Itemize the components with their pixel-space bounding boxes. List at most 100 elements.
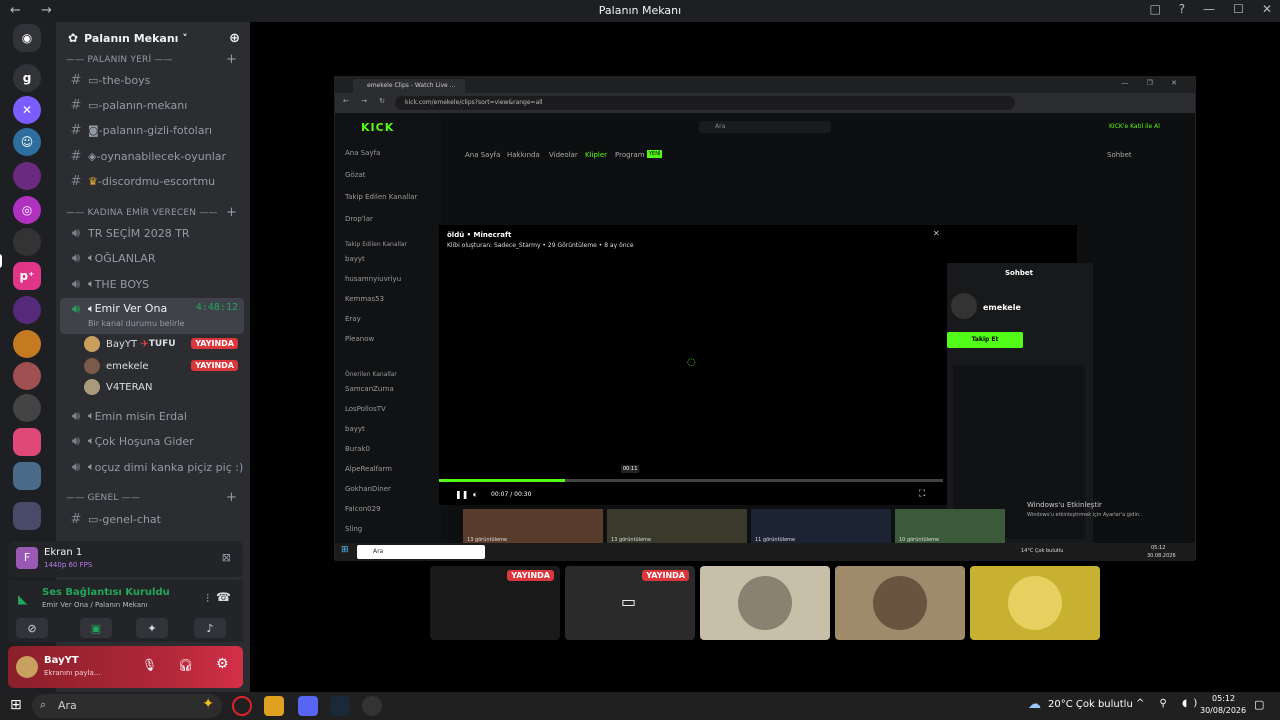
kick-channel[interactable]: husamnyiuvriyu bbox=[345, 275, 401, 283]
voice-oglanlar[interactable]: 🔊︎ 🔈︎ OĞLANLAR bbox=[60, 247, 244, 269]
member-emekele[interactable]: emekele YAYINDA bbox=[84, 356, 244, 376]
url-field[interactable]: kick.com/emekele/clips?sort=view&range=a… bbox=[395, 96, 1015, 110]
kick-channel[interactable]: SamcanZurna bbox=[345, 385, 394, 393]
clip-progress[interactable] bbox=[439, 479, 943, 482]
camera-off-button[interactable]: ⊘ bbox=[16, 618, 48, 638]
steam-icon[interactable] bbox=[330, 696, 350, 716]
server-icon-1[interactable]: ✕ bbox=[13, 96, 41, 124]
participant-tile-3[interactable] bbox=[700, 566, 830, 640]
member-v4teran[interactable]: V4TERAN bbox=[84, 377, 244, 397]
voice-location[interactable]: Emir Ver Ona / Palanın Mekanı bbox=[42, 601, 147, 609]
help-icon[interactable]: ? bbox=[1179, 2, 1185, 16]
disconnect-icon[interactable]: ☎ bbox=[216, 590, 231, 604]
kick-channel[interactable]: Kemmas53 bbox=[345, 295, 384, 303]
channel-status[interactable]: Bir kanal durumu belirle bbox=[88, 319, 184, 328]
kick-channel[interactable]: Eray bbox=[345, 315, 361, 323]
kick-channel[interactable]: AlpeRealfarm bbox=[345, 465, 392, 473]
streamer-avatar[interactable] bbox=[951, 293, 977, 319]
server-icon-10[interactable] bbox=[13, 428, 41, 456]
voice-ocuz[interactable]: 🔊︎ 🔈︎ oçuz dimi kanka piçiz piç :) bbox=[60, 456, 244, 478]
clock-date[interactable]: 30/08/2026 bbox=[1200, 706, 1246, 715]
browser-window-controls[interactable]: — ❐ ✕ bbox=[1121, 79, 1185, 87]
volume-icon[interactable]: 🔈︎ bbox=[473, 490, 478, 500]
member-bayyt[interactable]: BayYT ✈ TUFU YAYINDA bbox=[84, 334, 244, 354]
tab-clips[interactable]: Klipler bbox=[585, 151, 607, 159]
kick-search[interactable]: Ara bbox=[699, 121, 831, 133]
kick-signin[interactable]: KICK'e Katıl ile Al bbox=[1109, 123, 1160, 130]
streamer-name[interactable]: emekele bbox=[983, 303, 1021, 312]
tab-videos[interactable]: Videolar bbox=[549, 151, 578, 159]
obs-icon[interactable] bbox=[362, 696, 382, 716]
participant-tile-stream-2[interactable]: YAYINDA ▭ bbox=[565, 566, 695, 640]
mic-icon[interactable]: 🎙︎ bbox=[142, 658, 157, 672]
server-folder[interactable] bbox=[13, 462, 41, 490]
voice-the-boys[interactable]: 🔊︎ 🔈︎ THE BOYS bbox=[60, 273, 244, 295]
tray-icons[interactable]: ^ ⚲ ◖) bbox=[1136, 698, 1203, 709]
server-icon-active[interactable] bbox=[13, 228, 41, 256]
screen-share-button[interactable]: ▣ bbox=[80, 618, 112, 638]
activities-button[interactable]: ✦ bbox=[136, 618, 168, 638]
server-icon-9[interactable] bbox=[13, 394, 41, 422]
clock-time[interactable]: 05:12 bbox=[1212, 694, 1235, 703]
channel-the-boys[interactable]: # ▭ -the-boys bbox=[60, 69, 244, 91]
channel-gizli-fotolari[interactable]: # ◙ -palanın-gizli-fotoları bbox=[60, 119, 244, 141]
browser-nav-icons[interactable]: ← → ↻ bbox=[343, 97, 390, 105]
channel-palanin-mekani[interactable]: # ▭ -palanın-mekanı bbox=[60, 94, 244, 116]
voice-secim[interactable]: 🔊︎ TR SEÇİM 2028 TR bbox=[60, 222, 244, 244]
tab-program[interactable]: Program bbox=[615, 151, 645, 159]
maximize-button[interactable]: ☐ bbox=[1233, 2, 1244, 16]
voice-emir-ver-ona[interactable]: 🔊︎ 🔈︎ Emir Ver Ona 4:48:12 Bir kanal duru… bbox=[60, 298, 244, 334]
category-genel[interactable]: —— GENEL —— + bbox=[66, 490, 237, 505]
discord-home-icon[interactable]: ◉ bbox=[13, 24, 41, 52]
opera-icon[interactable] bbox=[232, 696, 252, 716]
server-icon-g[interactable]: g bbox=[13, 64, 41, 92]
channel-escort[interactable]: # ♛ -discordmu-escortmu bbox=[60, 170, 244, 192]
server-icon-6[interactable] bbox=[13, 296, 41, 324]
fullscreen-icon[interactable]: ⛶ bbox=[919, 489, 925, 499]
kick-channel[interactable]: GokhanDiner bbox=[345, 485, 391, 493]
server-icon-3[interactable] bbox=[13, 162, 41, 190]
voice-status[interactable]: Ses Bağlantısı Kuruldu bbox=[42, 587, 170, 598]
add-channel-icon[interactable]: + bbox=[226, 490, 237, 505]
close-icon[interactable]: ✕ bbox=[933, 229, 940, 238]
tab-home[interactable]: Ana Sayfa bbox=[465, 151, 500, 159]
add-channel-icon[interactable]: + bbox=[226, 52, 237, 67]
server-icon-p[interactable]: p⁺ bbox=[13, 262, 41, 290]
taskbar-search[interactable]: ⌕ Ara ✦ bbox=[32, 694, 222, 718]
add-channel-icon[interactable]: + bbox=[226, 205, 237, 220]
noise-suppression-icon[interactable]: ⫶ bbox=[206, 592, 209, 606]
browser-tab[interactable]: emekele Clips - Watch Live ... bbox=[353, 79, 465, 93]
server-icon-7[interactable] bbox=[13, 330, 41, 358]
kick-nav-home[interactable]: Ana Sayfa bbox=[345, 149, 380, 157]
server-icon-8[interactable] bbox=[13, 362, 41, 390]
kick-channel[interactable]: Sling bbox=[345, 525, 362, 533]
participant-tile-4[interactable] bbox=[835, 566, 965, 640]
settings-icon[interactable]: ⚙ bbox=[216, 656, 229, 672]
server-icon-4[interactable]: ◎ bbox=[13, 196, 41, 224]
server-header[interactable]: ✿ Palanın Mekanı ˅ ⊕ bbox=[56, 22, 250, 54]
start-icon[interactable]: ⊞ bbox=[10, 697, 22, 713]
file-explorer-icon[interactable] bbox=[264, 696, 284, 716]
kick-nav-drops[interactable]: Drop'lar bbox=[345, 215, 373, 223]
soundboard-button[interactable]: ♪ bbox=[194, 618, 226, 638]
minimize-button[interactable]: — bbox=[1203, 2, 1215, 16]
kick-channel[interactable]: bayyt bbox=[345, 255, 365, 263]
clip-thumb[interactable]: 13 görüntüleme bbox=[463, 509, 603, 545]
voice-emin-misin[interactable]: 🔊︎ 🔈︎ Emin misin Erdal bbox=[60, 405, 244, 427]
server-icon-2[interactable]: ☺ bbox=[13, 128, 41, 156]
kick-channel[interactable]: LosPollosTV bbox=[345, 405, 386, 413]
kick-logo[interactable]: KICK bbox=[361, 121, 394, 134]
inbox-icon[interactable]: □ bbox=[1149, 2, 1160, 16]
server-folder-2[interactable] bbox=[13, 502, 41, 530]
user-avatar[interactable] bbox=[16, 656, 38, 678]
participant-tile-5[interactable] bbox=[970, 566, 1100, 640]
add-member-icon[interactable]: ⊕ bbox=[229, 31, 240, 46]
clip-thumb[interactable]: 11 görüntüleme bbox=[751, 509, 891, 545]
kick-channel[interactable]: Burak0 bbox=[345, 445, 370, 453]
follow-button[interactable]: Takip Et bbox=[947, 332, 1023, 348]
close-button[interactable]: ✕ bbox=[1262, 2, 1272, 16]
stop-stream-icon[interactable]: ⊠ bbox=[222, 551, 231, 564]
channel-genel-chat[interactable]: # ▭ -genel-chat bbox=[60, 508, 244, 530]
headphones-icon[interactable]: 🎧︎ bbox=[178, 658, 193, 672]
participant-tile-stream-1[interactable]: YAYINDA bbox=[430, 566, 560, 640]
